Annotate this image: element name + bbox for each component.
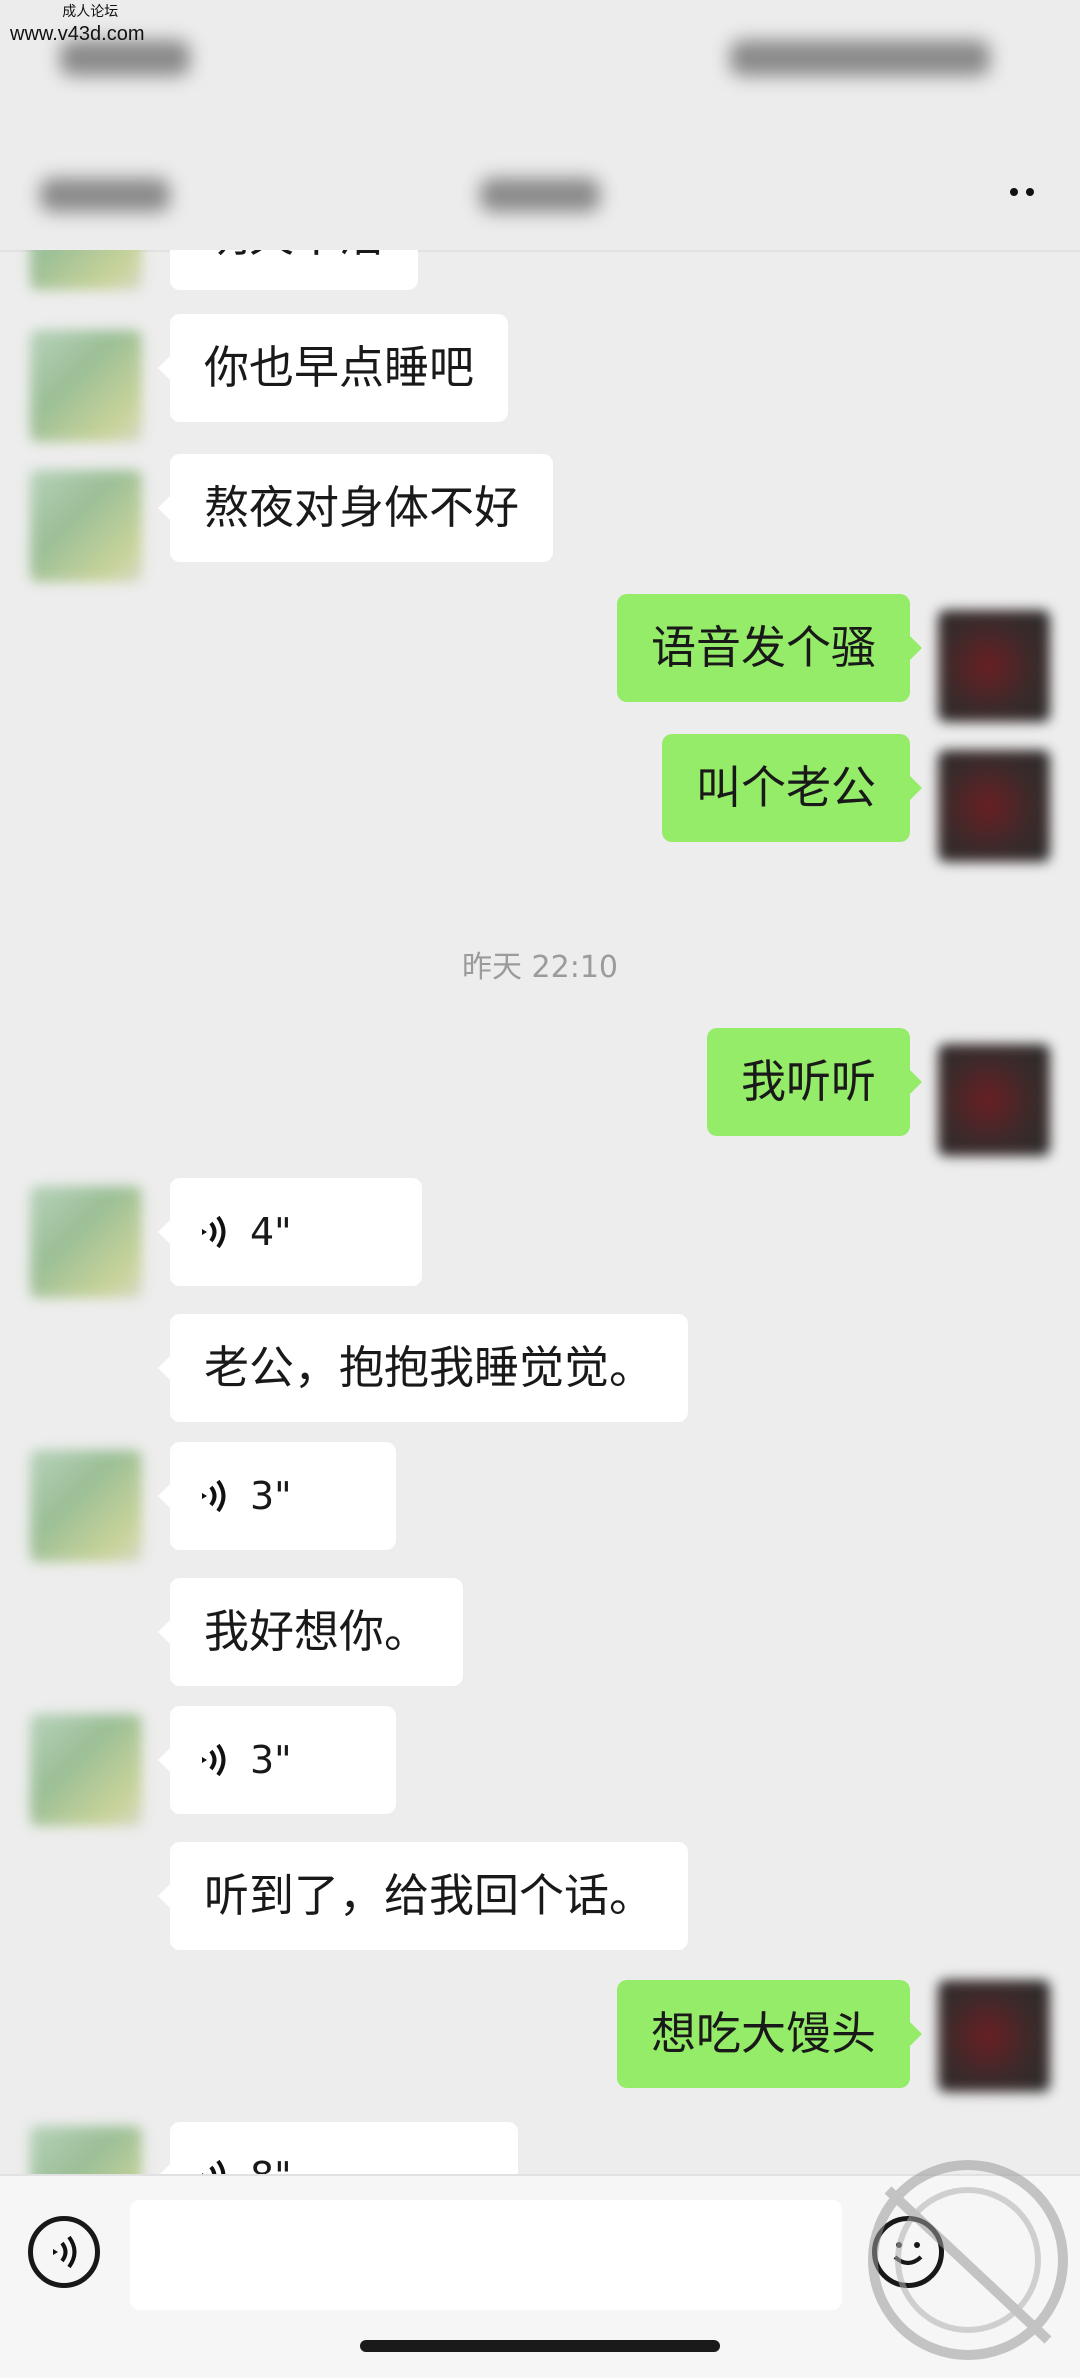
voice-message-icon xyxy=(198,2156,228,2174)
watermark: 成人论坛 www.v43d.com xyxy=(10,4,145,44)
contact-avatar[interactable] xyxy=(30,1186,142,1298)
voice-message[interactable]: 3" xyxy=(158,1706,396,1814)
timestamp: 昨天 22:10 xyxy=(462,950,618,985)
my-avatar[interactable] xyxy=(938,1044,1050,1156)
incoming-message[interactable]: 熬夜对身体不好 xyxy=(157,454,554,562)
message-list[interactable]: 明天干活 你也早点睡吧 熬夜对身体不好 语音发个骚 叫个老公 昨天 22:10 … xyxy=(0,250,1080,2174)
voice-message[interactable]: 4" xyxy=(158,1178,422,1286)
voice-message[interactable]: 8" xyxy=(158,2122,518,2174)
chat-header xyxy=(0,140,1080,252)
voice-message-icon xyxy=(198,1740,228,1780)
my-avatar[interactable] xyxy=(938,610,1050,722)
status-bar xyxy=(0,0,1080,140)
voice-message-icon xyxy=(198,1212,228,1252)
more-icon[interactable] xyxy=(1010,182,1050,202)
outgoing-message[interactable]: 语音发个骚 xyxy=(616,594,923,702)
outgoing-message[interactable]: 叫个老公 xyxy=(661,734,923,842)
watermark-label: 成人论坛 xyxy=(62,3,119,19)
my-avatar[interactable] xyxy=(938,750,1050,862)
contact-avatar[interactable] xyxy=(30,2126,142,2174)
message-input[interactable] xyxy=(130,2200,842,2310)
outgoing-message[interactable]: 我听听 xyxy=(706,1028,923,1136)
contact-avatar[interactable] xyxy=(30,1450,142,1562)
voice-message[interactable]: 3" xyxy=(158,1442,396,1550)
voice-duration: 3" xyxy=(250,1474,292,1518)
voice-duration: 3" xyxy=(250,1738,292,1782)
chat-title-blurred xyxy=(480,178,600,212)
incoming-message[interactable]: 老公，抱抱我睡觉觉。 xyxy=(157,1314,689,1422)
incoming-message[interactable]: 你也早点睡吧 xyxy=(157,314,509,422)
voice-message-icon xyxy=(198,1476,228,1516)
incoming-message[interactable]: 听到了，给我回个话。 xyxy=(157,1842,689,1950)
watermark-url: www.v43d.com xyxy=(10,23,145,45)
contact-avatar[interactable] xyxy=(30,330,142,442)
outgoing-message[interactable]: 想吃大馒头 xyxy=(616,1980,923,2088)
my-avatar[interactable] xyxy=(938,1980,1050,2092)
microphone-toggle-icon[interactable] xyxy=(28,2216,100,2288)
voice-duration: 4" xyxy=(250,1210,292,1254)
emoji-icon[interactable] xyxy=(872,2216,944,2288)
contact-avatar[interactable] xyxy=(30,250,142,290)
voice-duration: 8" xyxy=(250,2122,292,2174)
incoming-message[interactable]: 我好想你。 xyxy=(157,1578,464,1686)
contact-avatar[interactable] xyxy=(30,1714,142,1826)
incoming-message[interactable]: 明天干活 xyxy=(170,250,419,290)
status-icons-blurred xyxy=(730,40,990,76)
contact-avatar[interactable] xyxy=(30,470,142,582)
back-button[interactable] xyxy=(40,178,170,212)
status-time-blurred xyxy=(60,40,190,76)
home-indicator xyxy=(360,2340,720,2352)
